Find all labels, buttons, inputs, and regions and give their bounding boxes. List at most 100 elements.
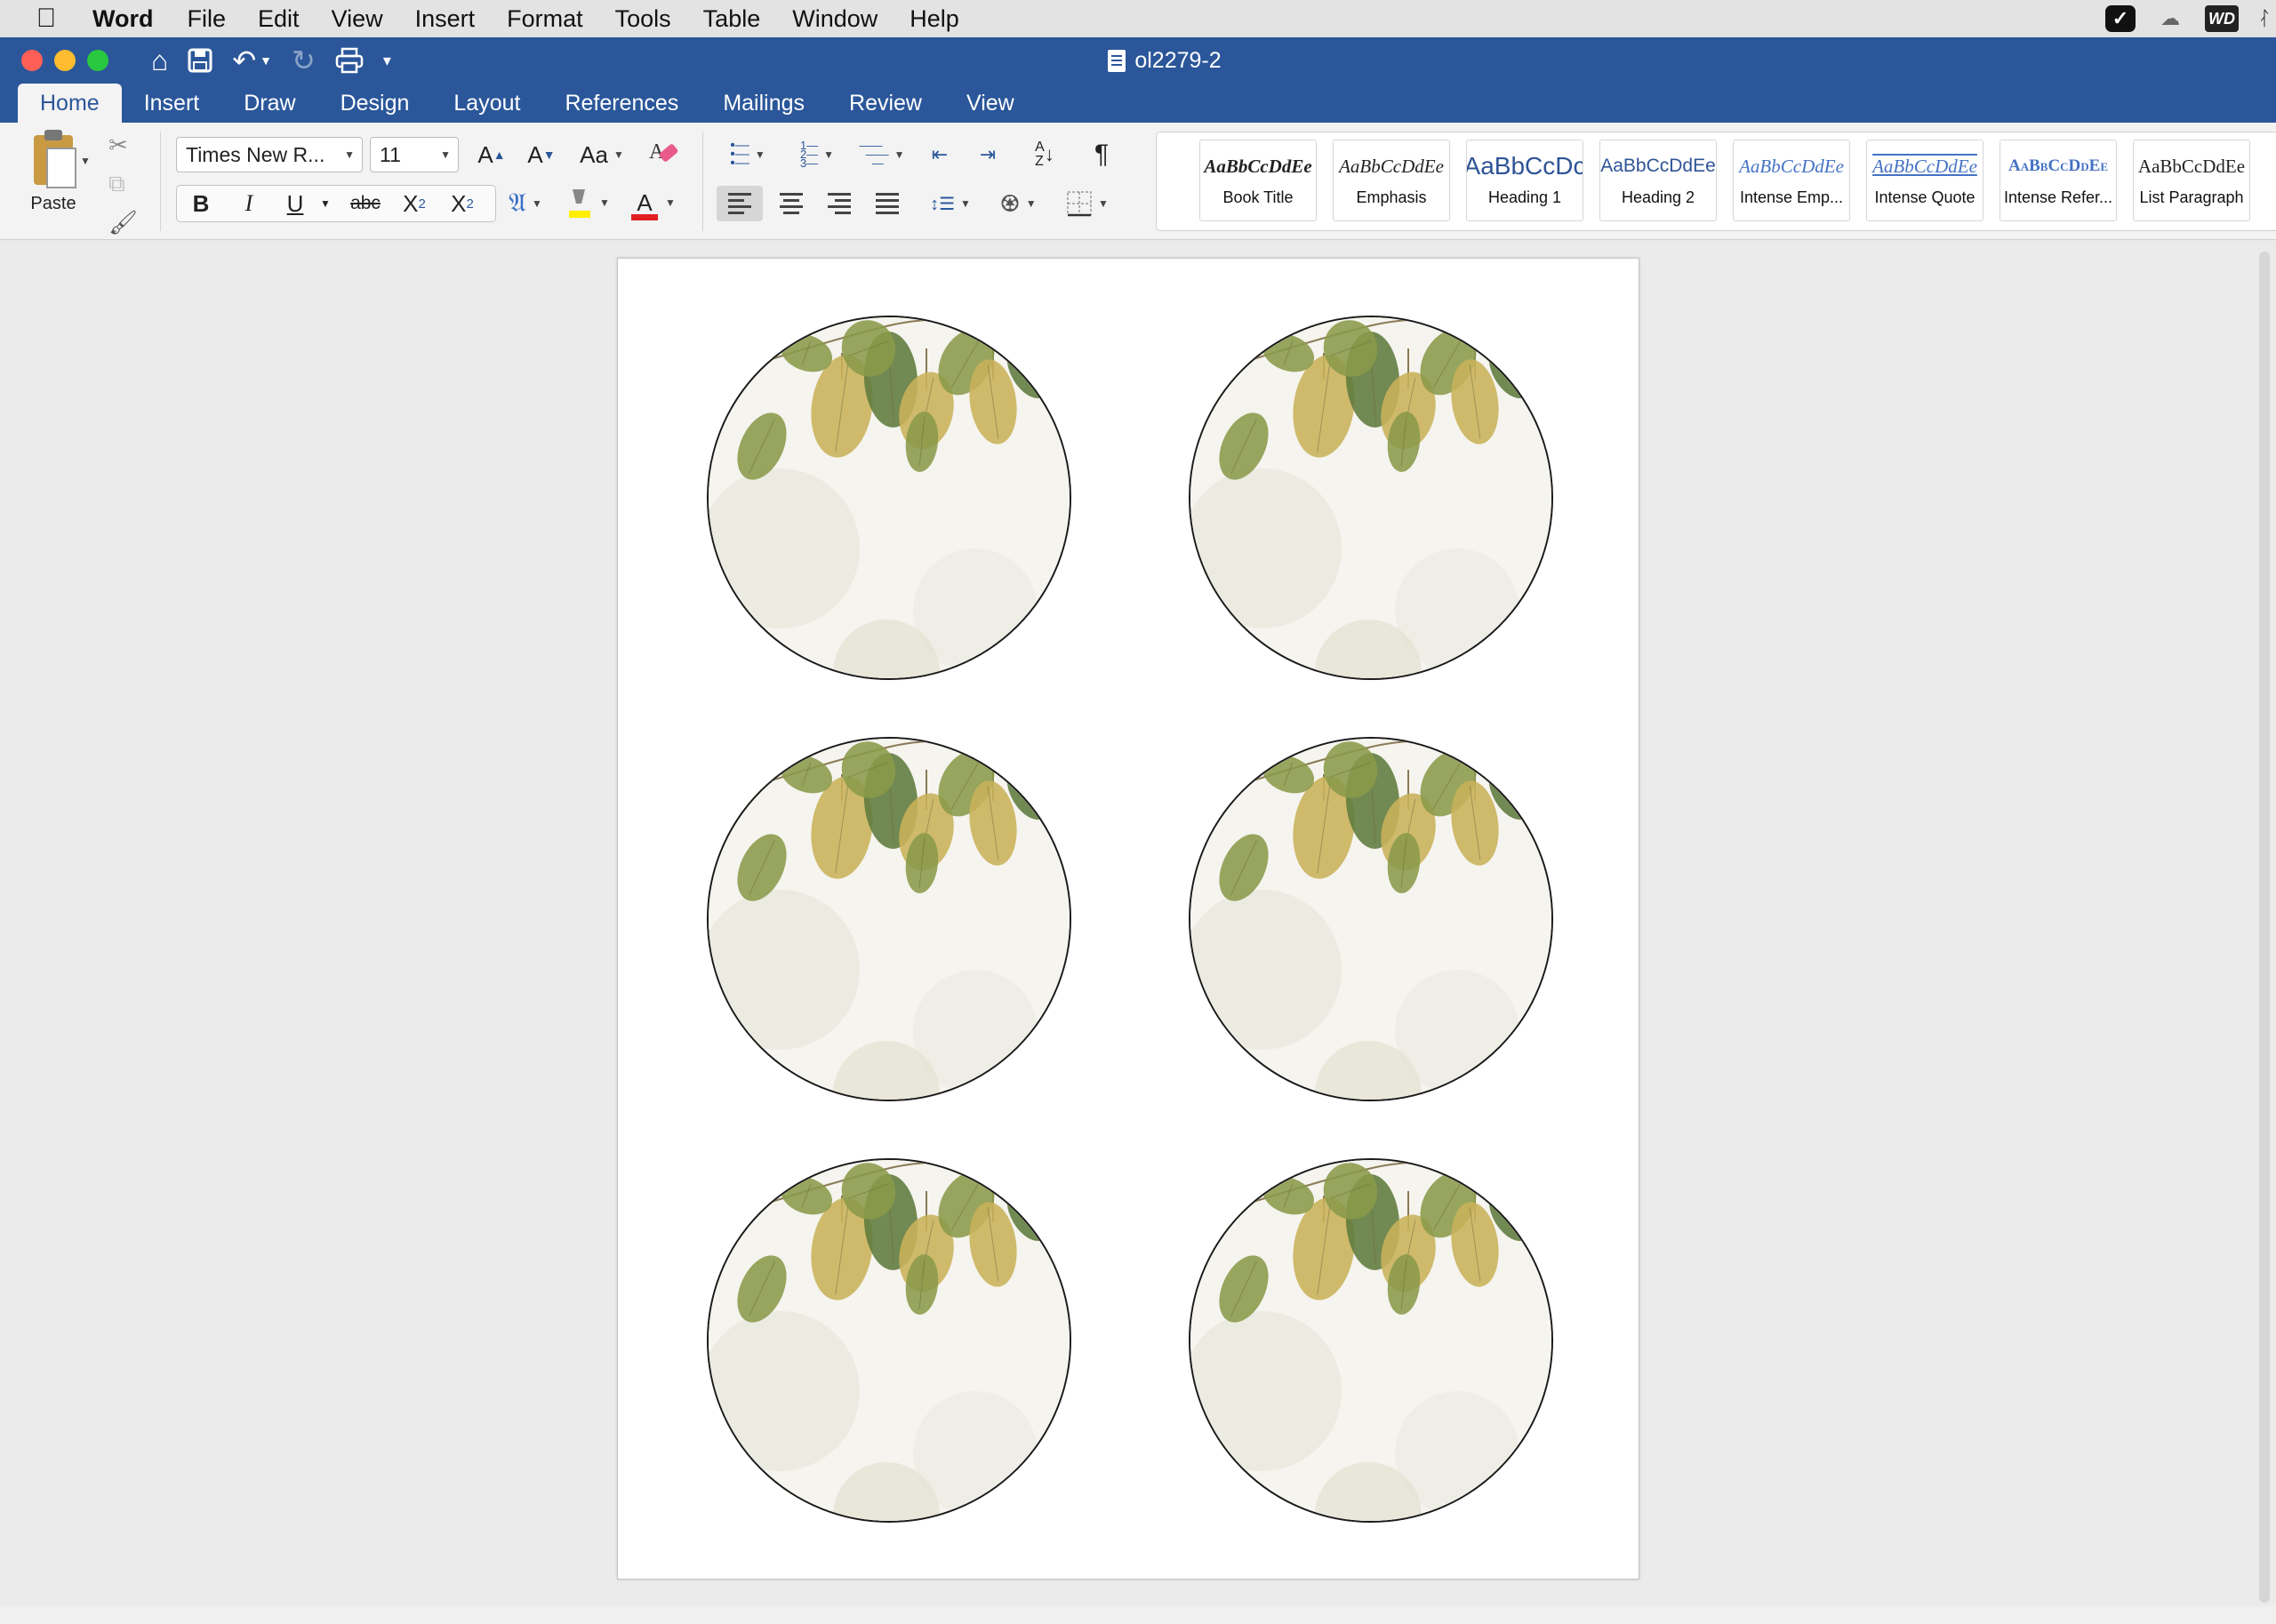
font-color-swatch bbox=[631, 213, 659, 220]
chevron-down-icon: ▼ bbox=[440, 148, 451, 161]
customize-toolbar-icon[interactable]: ▾ bbox=[383, 52, 391, 70]
bluetooth-icon[interactable]: ᛮ bbox=[2258, 5, 2271, 32]
line-spacing-icon: ↕☰ bbox=[930, 194, 956, 214]
home-icon[interactable]: ⌂ bbox=[151, 44, 168, 77]
font-size-select[interactable]: 11 ▼ bbox=[370, 137, 459, 172]
menu-view[interactable]: View bbox=[332, 5, 383, 33]
style-intense-quote[interactable]: AaBbCcDdEe Intense Quote bbox=[1866, 140, 1983, 221]
zoom-window-button[interactable] bbox=[87, 50, 108, 71]
chevron-down-icon: ▼ bbox=[823, 148, 835, 161]
shading-button[interactable]: ♼ ▼ bbox=[989, 186, 1047, 221]
font-family-select[interactable]: Times New R... ▼ bbox=[176, 137, 363, 172]
style-name: Heading 1 bbox=[1487, 188, 1562, 206]
clipboard-icon bbox=[34, 130, 76, 188]
copy-icon[interactable]: ⧉ bbox=[108, 170, 138, 198]
justify-button[interactable] bbox=[864, 186, 910, 221]
style-intense-emphasis[interactable]: AaBbCcDdEe Intense Emp... bbox=[1733, 140, 1850, 221]
line-spacing-button[interactable]: ↕☰ ▼ bbox=[921, 186, 980, 221]
cut-icon[interactable]: ✂ bbox=[108, 132, 138, 159]
vertical-scrollbar[interactable] bbox=[2259, 252, 2270, 1603]
app-menu-word[interactable]: Word bbox=[92, 5, 154, 33]
borders-button[interactable]: ▼ bbox=[1058, 186, 1117, 221]
undo-icon[interactable]: ↶ ▼ bbox=[232, 44, 272, 77]
checkmark-icon[interactable]: ✓ bbox=[2105, 5, 2136, 32]
tab-draw[interactable]: Draw bbox=[221, 84, 317, 123]
wd-icon[interactable]: WD bbox=[2205, 5, 2239, 32]
align-left-button[interactable] bbox=[717, 186, 763, 221]
align-right-button[interactable] bbox=[816, 186, 862, 221]
menu-window[interactable]: Window bbox=[792, 5, 878, 33]
mac-menubar:  Word File Edit View Insert Format Tool… bbox=[0, 0, 2276, 37]
circle-label-4[interactable] bbox=[1189, 737, 1553, 1101]
tab-insert[interactable]: Insert bbox=[122, 84, 222, 123]
tab-references[interactable]: References bbox=[542, 84, 701, 123]
creative-cloud-icon[interactable]: ☁ bbox=[2155, 5, 2185, 32]
horizontal-scrollbar[interactable] bbox=[0, 1606, 2276, 1624]
underline-button[interactable]: U bbox=[277, 186, 313, 221]
circle-label-6[interactable] bbox=[1189, 1158, 1553, 1523]
numbering-button[interactable]: 1― 2― 3― ▼ bbox=[786, 137, 848, 172]
menu-table[interactable]: Table bbox=[703, 5, 761, 33]
leaf-artwork bbox=[709, 1160, 1070, 1521]
paste-label: Paste bbox=[30, 194, 76, 213]
bold-button[interactable]: B bbox=[183, 186, 219, 221]
minimize-window-button[interactable] bbox=[54, 50, 76, 71]
tab-review[interactable]: Review bbox=[827, 84, 944, 123]
document-title-text: ol2279-2 bbox=[1134, 47, 1222, 73]
font-color-button[interactable]: A ▼ bbox=[626, 185, 679, 220]
grow-font-button[interactable]: A ▲ bbox=[469, 137, 514, 172]
circle-label-3[interactable] bbox=[707, 737, 1071, 1101]
style-emphasis[interactable]: AaBbCcDdEe Emphasis bbox=[1333, 140, 1450, 221]
menu-format[interactable]: Format bbox=[507, 5, 583, 33]
document-canvas[interactable] bbox=[0, 241, 2276, 1624]
increase-indent-button[interactable]: ⇥ bbox=[967, 137, 1008, 172]
italic-button[interactable]: I bbox=[231, 186, 267, 221]
circle-label-1[interactable] bbox=[707, 316, 1071, 680]
multilevel-list-button[interactable]: ―― ―― ― ▼ bbox=[855, 137, 909, 172]
circle-label-2[interactable] bbox=[1189, 316, 1553, 680]
style-preview: AaBbCcDdEe bbox=[1339, 155, 1444, 177]
style-intense-reference[interactable]: AaBbCcDdEe Intense Refer... bbox=[2000, 140, 2117, 221]
tab-mailings[interactable]: Mailings bbox=[701, 84, 827, 123]
underline-options-caret[interactable]: ▼ bbox=[317, 186, 334, 221]
document-page[interactable] bbox=[617, 258, 1639, 1580]
ribbon-tabs: Home Insert Draw Design Layout Reference… bbox=[0, 84, 2276, 123]
paste-button[interactable]: Paste bbox=[18, 130, 89, 214]
clear-formatting-button[interactable]: A bbox=[642, 135, 686, 171]
quick-access-toolbar: ⌂ ↶ ▼ ↻ ▾ bbox=[151, 37, 391, 84]
tab-home[interactable]: Home bbox=[18, 84, 122, 123]
sort-button[interactable]: A Z ↓ bbox=[1022, 137, 1067, 172]
menu-file[interactable]: File bbox=[188, 5, 227, 33]
align-center-button[interactable] bbox=[768, 186, 814, 221]
format-painter-icon[interactable]: 🖌 bbox=[108, 209, 138, 236]
decrease-indent-button[interactable]: ⇤ bbox=[919, 137, 960, 172]
text-effects-button[interactable]: 𝔄 ▼ bbox=[503, 186, 548, 221]
save-icon[interactable] bbox=[188, 48, 212, 73]
style-heading-1[interactable]: AaBbCcDc Heading 1 bbox=[1466, 140, 1583, 221]
change-case-button[interactable]: Aa ▼ bbox=[573, 137, 631, 172]
highlight-button[interactable]: ▼ bbox=[560, 185, 613, 220]
style-list-paragraph[interactable]: AaBbCcDdEe List Paragraph bbox=[2133, 140, 2250, 221]
tab-view[interactable]: View bbox=[944, 84, 1037, 123]
menu-insert[interactable]: Insert bbox=[415, 5, 476, 33]
circle-label-5[interactable] bbox=[707, 1158, 1071, 1523]
close-window-button[interactable] bbox=[21, 50, 43, 71]
paste-options-caret[interactable]: ▼ bbox=[80, 155, 91, 167]
style-heading-2[interactable]: AaBbCcDdEe Heading 2 bbox=[1599, 140, 1717, 221]
font-color-icon: A bbox=[629, 189, 660, 220]
subscript-button[interactable]: X2 bbox=[397, 186, 432, 221]
tab-design[interactable]: Design bbox=[318, 84, 432, 123]
strikethrough-button[interactable]: abc bbox=[343, 186, 388, 221]
show-formatting-marks-button[interactable]: ¶ bbox=[1079, 137, 1124, 172]
bullets-button[interactable]: •― •― •― ▼ bbox=[717, 137, 779, 172]
redo-icon[interactable]: ↻ bbox=[292, 44, 316, 77]
style-book-title[interactable]: AaBbCcDdEe Book Title bbox=[1199, 140, 1317, 221]
menu-help[interactable]: Help bbox=[910, 5, 959, 33]
print-icon[interactable] bbox=[335, 47, 364, 74]
shrink-font-button[interactable]: A ▼ bbox=[519, 137, 564, 172]
menu-edit[interactable]: Edit bbox=[258, 5, 300, 33]
tab-layout[interactable]: Layout bbox=[431, 84, 542, 123]
superscript-button[interactable]: X2 bbox=[445, 186, 480, 221]
apple-menu-icon[interactable]:  bbox=[0, 4, 92, 34]
menu-tools[interactable]: Tools bbox=[615, 5, 671, 33]
